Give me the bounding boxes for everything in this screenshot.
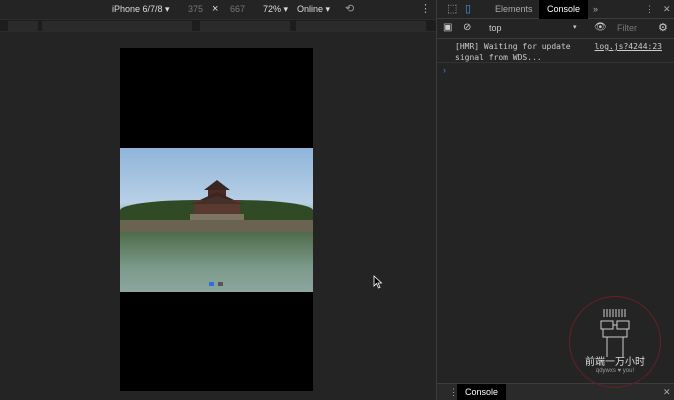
width-input[interactable]: 375 [188, 4, 203, 14]
device-emulation-area: iPhone 6/7/8 ▾ 375 × 667 72% ▾ Online ▾ … [0, 0, 436, 400]
eye-icon[interactable]: 👁 [594, 22, 607, 33]
carousel-indicators [209, 282, 223, 286]
more-options-icon[interactable]: ⋮ [420, 2, 431, 15]
carousel-dot-1[interactable] [209, 282, 214, 286]
dimension-separator: × [212, 3, 219, 15]
media-query-ruler[interactable] [0, 19, 436, 32]
close-drawer-icon[interactable]: ✕ [655, 384, 674, 400]
console-message: [HMR] Waiting for update signal from WDS… [437, 39, 674, 63]
rotate-icon[interactable]: ⟲ [345, 2, 354, 15]
mouse-cursor-icon [373, 275, 383, 289]
clear-console-icon[interactable]: ⊘ [463, 22, 471, 33]
settings-gear-icon[interactable]: ⚙ [658, 21, 668, 34]
height-input[interactable]: 667 [230, 4, 245, 14]
network-select[interactable]: Online ▾ [297, 4, 330, 15]
phone-viewport [120, 48, 313, 391]
zoom-select[interactable]: 72% ▾ [263, 4, 288, 15]
moat-wall [120, 220, 313, 232]
drawer-bar: ⋮ Console ✕ [437, 383, 674, 400]
context-select[interactable]: top ▾ [489, 23, 577, 33]
filter-input[interactable]: Filter [617, 23, 637, 33]
carousel-image[interactable] [120, 148, 313, 292]
device-toolbar: iPhone 6/7/8 ▾ 375 × 667 72% ▾ Online ▾ … [0, 0, 436, 19]
tab-console[interactable]: Console [539, 0, 589, 19]
log-text-line2: signal from WDS... [455, 53, 542, 62]
watermark-subtitle: qdywxs ♥ you! [595, 368, 635, 374]
carousel-dot-2[interactable] [218, 282, 223, 286]
more-tabs-button[interactable]: » [585, 0, 606, 19]
console-toolbar: ▣ ⊘ top ▾ 👁 Filter ⚙ [437, 19, 674, 39]
device-select[interactable]: iPhone 6/7/8 ▾ [112, 4, 170, 15]
console-prompt[interactable]: › [437, 63, 674, 77]
watermark-title: 前端一万小时 [585, 357, 645, 368]
watermark-logo: 前端一万小时 qdywxs ♥ you! [569, 296, 661, 388]
device-toggle-icon[interactable]: ▯ [457, 0, 479, 19]
drawer-tab-console[interactable]: Console [457, 384, 507, 400]
tab-elements[interactable]: Elements [487, 0, 541, 19]
devtools-tabbar: ⬚ ▯ Elements Console » ⋮ ✕ [437, 0, 674, 19]
log-source-link[interactable]: log.js?4244:23 [595, 41, 662, 52]
sidebar-toggle-icon[interactable]: ▣ [443, 22, 452, 33]
close-devtools-icon[interactable]: ✕ [655, 0, 674, 19]
watermark-face [600, 309, 630, 357]
